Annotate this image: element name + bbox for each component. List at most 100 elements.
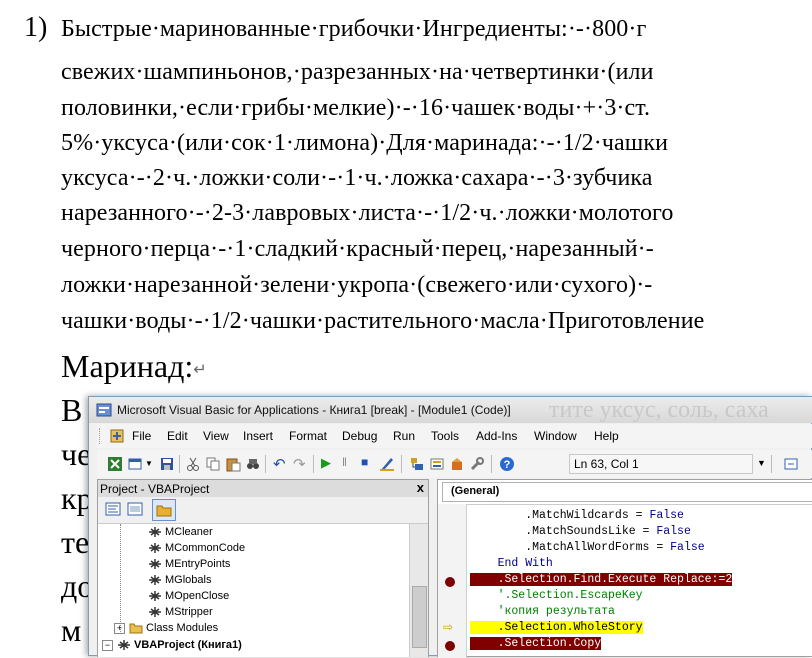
vba-project-icon <box>118 640 130 651</box>
code-line-current[interactable]: .Selection.WholeStory <box>470 620 643 636</box>
scrollbar-thumb[interactable] <box>412 586 427 648</box>
break-icon[interactable]: ‖ <box>342 455 347 469</box>
code-line-breakpoint[interactable]: .Selection.Copy <box>470 636 602 652</box>
copy-icon[interactable] <box>205 456 221 472</box>
reset-icon[interactable]: ■ <box>361 455 368 469</box>
tree-item-mcommoncode[interactable]: MCommonCode <box>148 542 245 554</box>
tree-item-mentrypoints[interactable]: MEntryPoints <box>148 558 230 570</box>
run-icon[interactable]: ▶ <box>321 455 331 471</box>
view-excel-icon[interactable] <box>107 456 123 472</box>
toolbar-separator <box>771 455 772 473</box>
code-line[interactable]: End With <box>470 556 553 572</box>
menu-add-ins[interactable]: Add-Ins <box>476 429 517 443</box>
project-tree-scrollbar[interactable] <box>409 524 428 657</box>
marinade-heading-text: Маринад: <box>61 348 194 384</box>
view-code-icon[interactable] <box>104 501 122 517</box>
doc-line-1: Быстрые·маринованные·грибочки·Ингредиент… <box>61 16 647 42</box>
project-pane-toolbar <box>98 497 428 524</box>
code-text-breakpoint: .Selection.Find.Execute Replace:=2 <box>470 573 733 586</box>
vba-title-bar[interactable]: Microsoft Visual Basic for Applications … <box>89 397 812 423</box>
undo-icon[interactable]: ↶ <box>273 455 286 473</box>
tree-item-label: MStripper <box>165 606 213 618</box>
breakpoint-icon[interactable] <box>445 577 455 587</box>
toggle-folders-button[interactable] <box>152 499 176 521</box>
insert-dropdown-arrow[interactable]: ▼ <box>145 459 153 468</box>
code-line-comment[interactable]: '.Selection.EscapeKey <box>470 588 643 604</box>
properties-icon[interactable] <box>429 456 445 472</box>
tree-item-label: Class Modules <box>146 622 219 634</box>
toolbar-separator <box>401 455 402 473</box>
object-browser-icon[interactable] <box>449 456 465 472</box>
view-object-icon[interactable] <box>126 501 144 517</box>
code-line[interactable]: .MatchSoundsLike = False <box>470 524 691 540</box>
vba-menu-icon[interactable] <box>109 428 125 444</box>
execution-arrow-icon[interactable]: ⇨ <box>443 620 453 634</box>
breakpoint-icon[interactable] <box>445 641 455 651</box>
menu-bar: File Edit View Insert Format Debug Run T… <box>97 424 812 448</box>
menu-file[interactable]: File <box>132 429 151 443</box>
find-icon[interactable] <box>245 456 261 472</box>
tree-item-mstripper[interactable]: MStripper <box>148 606 213 618</box>
menu-help[interactable]: Help <box>594 429 619 443</box>
object-combo[interactable]: (General) <box>442 482 812 502</box>
code-text: .MatchAllWordForms = False <box>470 541 705 554</box>
code-line[interactable]: .MatchAllWordForms = False <box>470 540 705 556</box>
help-icon[interactable]: ? <box>499 456 515 472</box>
code-text: .MatchWildcards = False <box>470 509 684 522</box>
code-window: (General) ⇨ .MatchWildcards = False .Mat… <box>437 479 812 658</box>
menu-run[interactable]: Run <box>393 429 415 443</box>
toolbox-icon[interactable] <box>469 456 485 472</box>
doc-line-3: половинки,·если·грибы·мелкие)·-·16·чашек… <box>61 95 651 121</box>
doc-fragment-2: че <box>61 436 92 472</box>
menu-window[interactable]: Window <box>534 429 577 443</box>
project-pane-close-button[interactable]: x <box>417 480 424 495</box>
menu-tools[interactable]: Tools <box>431 429 459 443</box>
toggle-folders-icon <box>156 505 172 517</box>
menu-format[interactable]: Format <box>289 429 327 443</box>
tree-item-mglobals[interactable]: MGlobals <box>148 574 211 586</box>
background-text-ghost: тите уксус, соль, саха <box>549 397 769 423</box>
module-icon <box>149 543 161 554</box>
code-line[interactable]: .MatchWildcards = False <box>470 508 684 524</box>
vba-editor-window: Microsoft Visual Basic for Applications … <box>88 396 812 658</box>
doc-line-9: чашки·воды·-·1/2·чашки·растительного·мас… <box>61 308 705 334</box>
list-number: 1) <box>24 12 48 43</box>
tree-item-mopenclose[interactable]: MOpenClose <box>148 590 229 602</box>
edit-toolbar-icon[interactable] <box>783 456 799 472</box>
tree-connector <box>120 524 122 634</box>
paste-icon[interactable] <box>225 456 241 472</box>
design-mode-icon[interactable] <box>379 456 395 472</box>
code-text: 'копия результата <box>470 605 615 618</box>
doc-fragment-4: те <box>61 524 90 560</box>
cursor-position-box: Ln 63, Col 1 <box>569 454 753 474</box>
code-line-breakpoint[interactable]: .Selection.Find.Execute Replace:=2 <box>470 572 733 588</box>
tree-item-class-modules[interactable]: + Class Modules <box>114 622 218 634</box>
redo-icon[interactable]: ↷ <box>293 455 306 473</box>
menu-view[interactable]: View <box>203 429 229 443</box>
insert-module-icon[interactable] <box>127 456 143 472</box>
project-explorer-icon[interactable] <box>409 456 425 472</box>
doc-line-2: свежих·шампиньонов,·разрезанных·на·четве… <box>61 59 654 85</box>
cut-icon[interactable] <box>185 456 201 472</box>
code-line-comment[interactable]: 'копия результата <box>470 604 615 620</box>
menu-insert[interactable]: Insert <box>243 429 273 443</box>
expand-icon[interactable]: + <box>114 623 125 634</box>
code-text-current: .Selection.WholeStory <box>470 621 643 634</box>
tree-item-label: VBAProject (Книга1) <box>134 639 242 651</box>
paragraph-mark-icon: ↵ <box>193 361 207 379</box>
collapse-icon[interactable]: − <box>102 640 113 651</box>
code-text: End With <box>470 557 553 570</box>
object-combo-value: (General) <box>451 485 500 497</box>
marinade-heading: Маринад:↵ <box>61 348 207 385</box>
tree-item-vbaproject-kniga1[interactable]: − VBAProject (Книга1) <box>102 639 242 651</box>
module-icon <box>149 575 161 586</box>
tree-item-label: MOpenClose <box>165 590 230 602</box>
tree-item-label: MCleaner <box>165 526 213 538</box>
menu-grip[interactable] <box>99 428 103 444</box>
tree-item-mcleaner[interactable]: MCleaner <box>148 526 213 538</box>
save-icon[interactable] <box>159 456 175 472</box>
menu-debug[interactable]: Debug <box>342 429 377 443</box>
menu-edit[interactable]: Edit <box>167 429 188 443</box>
code-text: '.Selection.EscapeKey <box>470 589 643 602</box>
toolbar-options-arrow[interactable]: ▼ <box>757 458 766 468</box>
